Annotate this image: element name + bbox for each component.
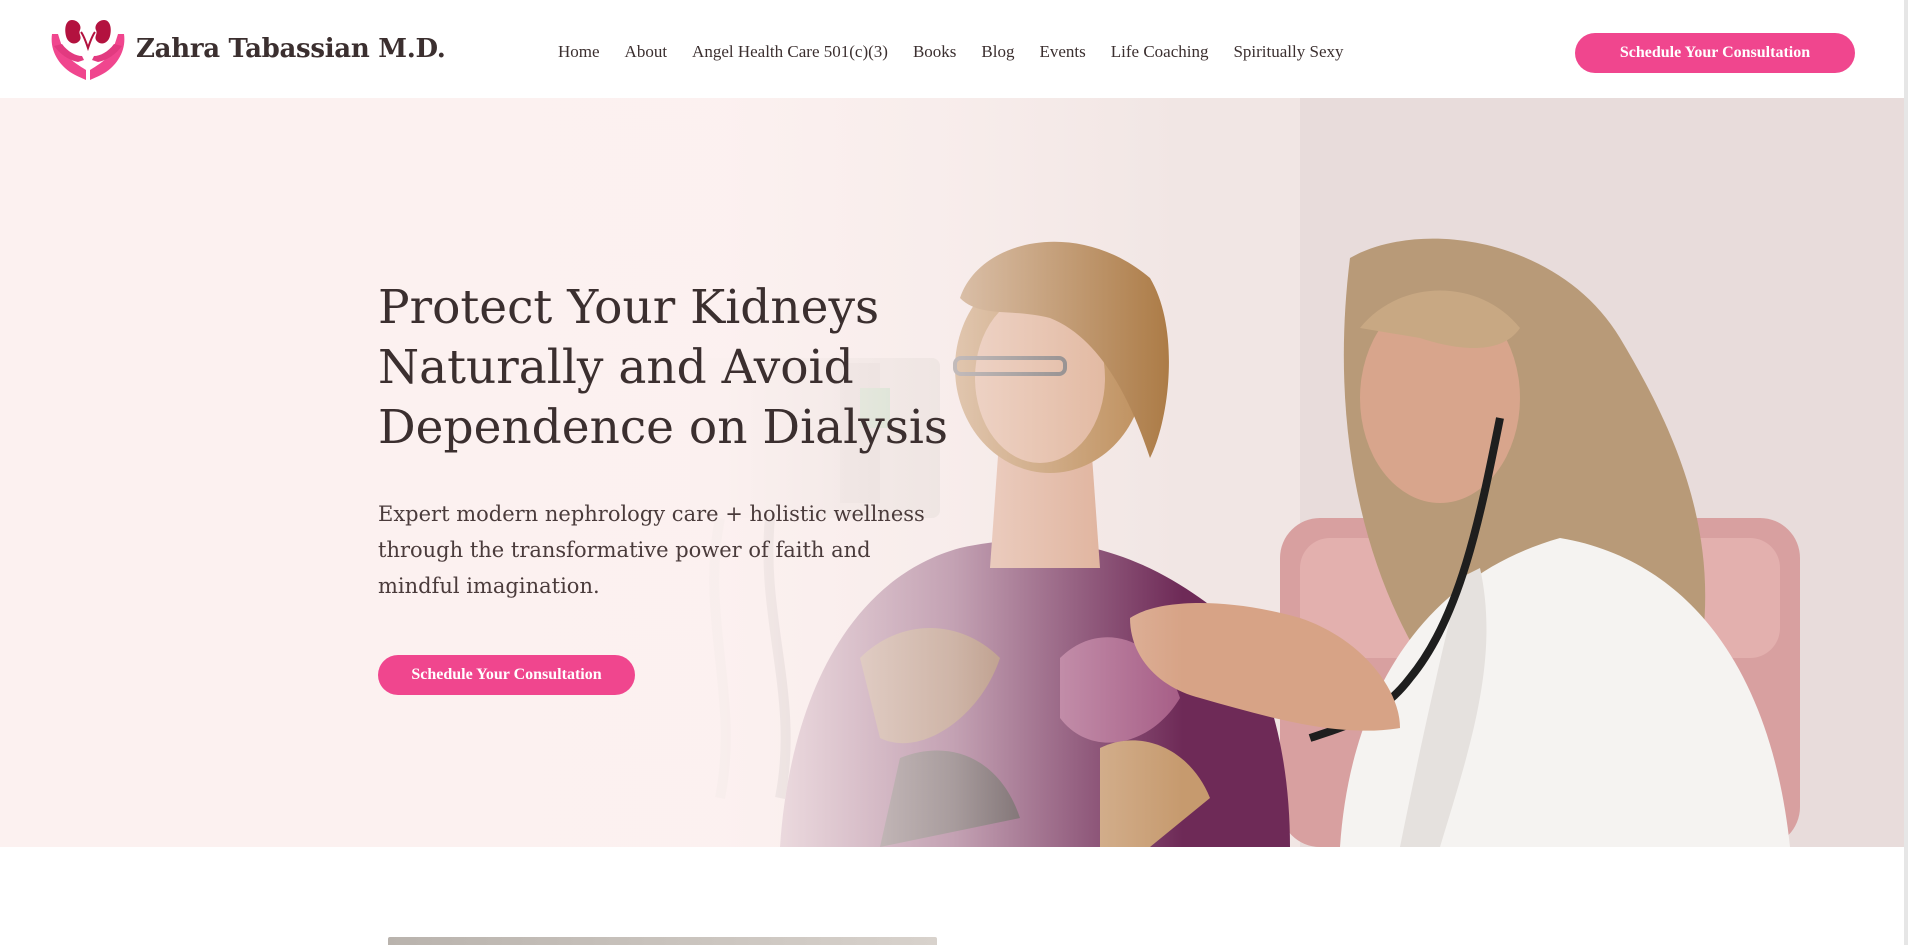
page-scrollbar[interactable] — [1904, 0, 1908, 945]
hero-subheading: Expert modern nephrology care + holistic… — [378, 502, 925, 598]
hero-gradient-overlay — [0, 98, 1908, 847]
section-image-top-edge — [388, 937, 937, 945]
content-section — [0, 847, 1908, 945]
nav-item-blog[interactable]: Blog — [981, 42, 1014, 62]
nav-item-angel-health-care[interactable]: Angel Health Care 501(c)(3) — [692, 42, 888, 62]
nav-item-books[interactable]: Books — [913, 42, 956, 62]
main-nav: Home About Angel Health Care 501(c)(3) B… — [558, 0, 1369, 104]
nav-item-events[interactable]: Events — [1039, 42, 1085, 62]
hero-heading: Protect Your Kidneys Naturally and Avoid… — [378, 280, 949, 455]
brand-name: Zahra Tabassian M.D. — [136, 34, 446, 64]
nav-item-about[interactable]: About — [625, 42, 668, 62]
nav-item-home[interactable]: Home — [558, 42, 600, 62]
hero-section: Protect Your Kidneys Naturally and Avoid… — [0, 98, 1908, 847]
schedule-consultation-button[interactable]: Schedule Your Consultation — [1575, 33, 1855, 73]
site-header: Zahra Tabassian M.D. Home About Angel He… — [0, 0, 1908, 98]
site-logo[interactable]: Zahra Tabassian M.D. — [48, 14, 446, 84]
nav-item-spiritually-sexy[interactable]: Spiritually Sexy — [1233, 42, 1343, 62]
kidneys-in-hands-icon — [51, 20, 125, 80]
nav-item-life-coaching[interactable]: Life Coaching — [1111, 42, 1209, 62]
hero-schedule-consultation-button[interactable]: Schedule Your Consultation — [378, 655, 635, 695]
